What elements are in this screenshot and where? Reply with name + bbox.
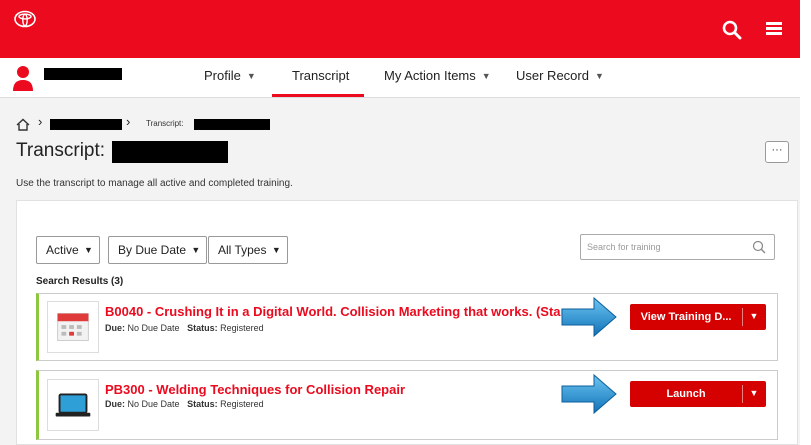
redacted-breadcrumb-name bbox=[194, 119, 270, 130]
nav-profile[interactable]: Profile ▼ bbox=[204, 68, 256, 83]
page-title: Transcript: bbox=[16, 140, 106, 161]
training-thumbnail bbox=[47, 301, 99, 353]
top-bar bbox=[0, 0, 800, 58]
status-filter-dropdown[interactable]: Active ▼ bbox=[36, 236, 100, 264]
action-dropdown-icon[interactable]: ▼ bbox=[742, 381, 766, 407]
caret-down-icon: ▼ bbox=[271, 245, 281, 255]
launch-button[interactable]: Launch ▼ bbox=[630, 381, 766, 407]
nav-active-indicator bbox=[272, 94, 364, 97]
navigation-bar: Profile ▼ Transcript My Action Items ▼ Use… bbox=[0, 58, 800, 98]
hamburger-menu-icon[interactable] bbox=[766, 22, 782, 36]
callout-arrow-icon bbox=[561, 296, 617, 338]
user-avatar-icon[interactable] bbox=[12, 65, 34, 91]
redacted-breadcrumb-link[interactable] bbox=[50, 119, 122, 130]
training-search-input[interactable] bbox=[581, 235, 741, 259]
training-meta: Due: No Due Date Status: Registered bbox=[105, 323, 264, 333]
callout-arrow-icon bbox=[561, 373, 617, 415]
calendar-icon bbox=[57, 313, 89, 341]
search-icon[interactable] bbox=[752, 240, 766, 254]
type-filter-dropdown[interactable]: All Types ▼ bbox=[208, 236, 288, 264]
breadcrumb-separator-icon: › bbox=[38, 114, 43, 129]
training-title[interactable]: B0040 - Crushing It in a Digital World. … bbox=[105, 304, 565, 319]
breadcrumb-current: Transcript: bbox=[146, 119, 184, 128]
more-options-button[interactable]: ··· bbox=[765, 141, 789, 163]
training-thumbnail bbox=[47, 379, 99, 431]
training-title[interactable]: PB300 - Welding Techniques for Collision… bbox=[105, 382, 565, 397]
search-icon[interactable] bbox=[722, 20, 742, 40]
chevron-down-icon: ▼ bbox=[246, 71, 256, 81]
search-results-count: Search Results (3) bbox=[36, 276, 124, 287]
caret-down-icon: ▼ bbox=[191, 245, 201, 255]
redacted-page-title-name bbox=[112, 141, 228, 163]
action-dropdown-icon[interactable]: ▼ bbox=[742, 304, 766, 330]
redacted-user-name bbox=[44, 68, 122, 80]
nav-transcript[interactable]: Transcript bbox=[292, 68, 349, 83]
page-description: Use the transcript to manage all active … bbox=[16, 178, 293, 189]
training-meta: Due: No Due Date Status: Registered bbox=[105, 399, 264, 409]
nav-user-record[interactable]: User Record ▼ bbox=[516, 68, 604, 83]
chevron-down-icon: ▼ bbox=[481, 71, 491, 81]
nav-my-action-items[interactable]: My Action Items ▼ bbox=[384, 68, 491, 83]
laptop-icon bbox=[55, 393, 91, 417]
view-training-details-button[interactable]: View Training D... ▼ bbox=[630, 304, 766, 330]
home-icon[interactable] bbox=[16, 118, 30, 131]
sort-filter-dropdown[interactable]: By Due Date ▼ bbox=[108, 236, 208, 264]
toyota-logo-icon[interactable] bbox=[14, 10, 36, 28]
caret-down-icon: ▼ bbox=[84, 245, 93, 255]
chevron-down-icon: ▼ bbox=[594, 71, 604, 81]
breadcrumb-separator-icon: › bbox=[126, 114, 131, 129]
training-search-box bbox=[580, 234, 775, 260]
